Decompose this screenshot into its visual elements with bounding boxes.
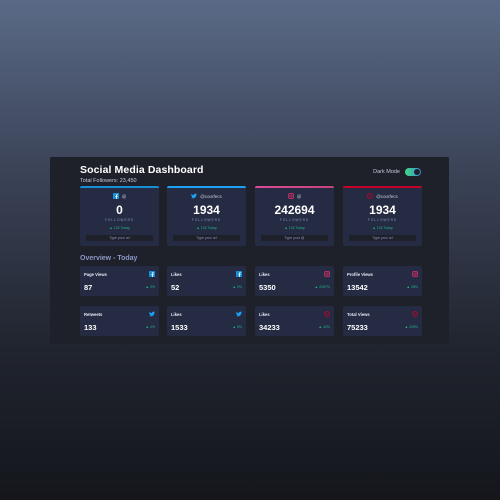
follower-count: 1934 bbox=[369, 203, 396, 217]
twitter-icon bbox=[191, 193, 198, 199]
card-youtube[interactable]: @coorfecs 1934 FOLLOWERS ▲ 132 Today Typ… bbox=[343, 186, 422, 246]
card-handle: @coorfecs bbox=[167, 193, 246, 199]
metric-value: 52 bbox=[171, 283, 180, 292]
metric-label: Page Views bbox=[84, 272, 107, 277]
overview-card[interactable]: Retweets 133 ▲ 4% bbox=[80, 306, 159, 336]
metric-label: Retweets bbox=[84, 312, 103, 317]
instagram-icon bbox=[287, 193, 294, 199]
card-handle: @coorfecs bbox=[343, 193, 422, 199]
url-input[interactable]: Type your @ bbox=[261, 235, 328, 241]
follower-count: 0 bbox=[116, 203, 123, 217]
followers-label: FOLLOWERS bbox=[104, 218, 134, 222]
overview-card[interactable]: Likes 34233 ▲ 42% bbox=[255, 306, 334, 336]
youtube-icon bbox=[412, 311, 418, 317]
card-accent-bar bbox=[80, 186, 159, 188]
url-input[interactable]: Type your url bbox=[86, 235, 153, 241]
page-title: Social Media Dashboard bbox=[80, 164, 204, 176]
dashboard-panel: Social Media Dashboard Total Followers: … bbox=[50, 157, 449, 344]
url-input[interactable]: Type your url bbox=[173, 235, 240, 241]
metric-value: 75233 bbox=[347, 323, 368, 332]
card-accent-bar bbox=[255, 186, 334, 188]
metric-change: ▲ 28% bbox=[406, 285, 418, 289]
facebook-icon bbox=[112, 193, 119, 199]
overview-card[interactable]: Likes 5350 ▲ 2257% bbox=[255, 266, 334, 296]
today-change: ▲ 132 Today bbox=[284, 226, 305, 230]
metric-value: 133 bbox=[84, 323, 97, 332]
metric-change: ▲ 2257% bbox=[314, 285, 330, 289]
instagram-icon bbox=[324, 271, 330, 277]
metric-change: ▲ 5% bbox=[232, 325, 243, 329]
card-handle: @ bbox=[255, 193, 334, 199]
twitter-icon bbox=[236, 311, 242, 317]
metric-value: 5350 bbox=[259, 283, 276, 292]
dark-mode-toggle[interactable] bbox=[405, 168, 421, 176]
total-followers: Total Followers: 23,450 bbox=[80, 178, 137, 184]
facebook-icon bbox=[149, 271, 155, 277]
metric-label: Total Views bbox=[347, 312, 370, 317]
card-handle: @ bbox=[80, 193, 159, 199]
today-change: ▲ 132 Today bbox=[372, 226, 393, 230]
overview-card[interactable]: Page Views 87 ▲ 3% bbox=[80, 266, 159, 296]
metric-change: ▲ 105% bbox=[404, 325, 418, 329]
metric-change: ▲ 42% bbox=[318, 325, 330, 329]
instagram-icon bbox=[412, 271, 418, 277]
metric-label: Likes bbox=[259, 312, 270, 317]
metric-value: 13542 bbox=[347, 283, 368, 292]
follower-count: 242694 bbox=[274, 203, 315, 217]
today-change: ▲ 132 Today bbox=[109, 226, 130, 230]
overview-title: Overview - Today bbox=[80, 255, 138, 262]
follower-cards: @ 0 FOLLOWERS ▲ 132 Today Type your url … bbox=[80, 186, 422, 246]
card-instagram[interactable]: @ 242694 FOLLOWERS ▲ 132 Today Type your… bbox=[255, 186, 334, 246]
facebook-icon bbox=[236, 271, 242, 277]
dark-mode-label: Dark Mode bbox=[373, 169, 400, 175]
metric-change: ▲ 4% bbox=[145, 325, 156, 329]
overview-card[interactable]: Likes 1533 ▲ 5% bbox=[167, 306, 246, 336]
youtube-icon bbox=[324, 311, 330, 317]
followers-label: FOLLOWERS bbox=[279, 218, 309, 222]
metric-value: 34233 bbox=[259, 323, 280, 332]
metric-value: 1533 bbox=[171, 323, 188, 332]
overview-card[interactable]: Profile Views 13542 ▲ 28% bbox=[343, 266, 422, 296]
twitter-icon bbox=[149, 311, 155, 317]
metric-change: ▲ 3% bbox=[145, 285, 156, 289]
followers-label: FOLLOWERS bbox=[367, 218, 397, 222]
metric-label: Likes bbox=[171, 272, 182, 277]
metric-label: Likes bbox=[259, 272, 270, 277]
header: Social Media Dashboard Total Followers: … bbox=[80, 164, 204, 184]
url-input[interactable]: Type your url bbox=[349, 235, 416, 241]
followers-label: FOLLOWERS bbox=[191, 218, 221, 222]
metric-label: Profile Views bbox=[347, 272, 373, 277]
today-change: ▲ 132 Today bbox=[196, 226, 217, 230]
dark-mode-control: Dark Mode bbox=[373, 168, 421, 176]
follower-count: 1934 bbox=[193, 203, 220, 217]
card-accent-bar bbox=[343, 186, 422, 188]
card-facebook[interactable]: @ 0 FOLLOWERS ▲ 132 Today Type your url bbox=[80, 186, 159, 246]
toggle-knob bbox=[414, 169, 420, 175]
metric-change: ▲ 2% bbox=[232, 285, 243, 289]
card-accent-bar bbox=[167, 186, 246, 188]
overview-card[interactable]: Likes 52 ▲ 2% bbox=[167, 266, 246, 296]
youtube-icon bbox=[367, 193, 374, 199]
metric-label: Likes bbox=[171, 312, 182, 317]
card-twitter[interactable]: @coorfecs 1934 FOLLOWERS ▲ 132 Today Typ… bbox=[167, 186, 246, 246]
overview-card[interactable]: Total Views 75233 ▲ 105% bbox=[343, 306, 422, 336]
metric-value: 87 bbox=[84, 283, 93, 292]
